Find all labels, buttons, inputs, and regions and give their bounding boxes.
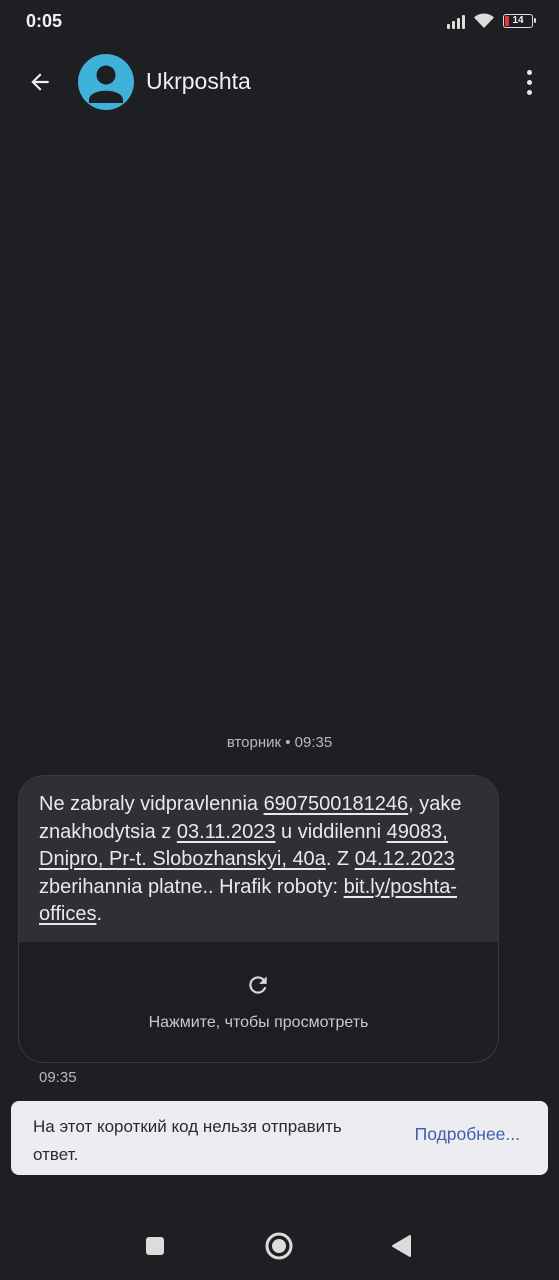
message-text-segment: . Z	[325, 848, 355, 870]
battery-level-fill	[505, 15, 509, 26]
more-options-button[interactable]	[513, 62, 545, 102]
home-circle-icon	[265, 1232, 293, 1260]
message-text-segment: .	[96, 903, 103, 925]
recents-button[interactable]	[135, 1226, 175, 1266]
status-bar: 0:05 14	[0, 0, 559, 44]
message-text: Ne zabraly vidpravlennia 6907500181246, …	[19, 776, 498, 942]
refresh-icon	[249, 976, 267, 994]
status-time: 0:05	[26, 11, 63, 31]
app-bar: Ukrposhta	[0, 46, 559, 118]
system-nav-bar	[0, 1206, 559, 1280]
battery-icon: 14	[503, 13, 536, 28]
home-button[interactable]	[259, 1226, 299, 1266]
more-vert-icon-dot	[526, 89, 532, 95]
arrow-left-icon	[31, 73, 49, 91]
square-icon	[146, 1237, 164, 1255]
messages-screen: 0:05 14 Ukrposhta вторник • 09:35 Ne zab…	[0, 0, 559, 1280]
date-divider: вторник • 09:35	[226, 734, 333, 751]
message-link[interactable]: 04.12.2023	[355, 848, 455, 870]
contact-name: Ukrposhta	[146, 68, 251, 94]
message-text-segment: u viddilenni	[275, 820, 387, 843]
link-preview-button[interactable]: Нажмите, чтобы просмотреть	[19, 942, 498, 1062]
message-time: 09:35	[39, 1069, 77, 1086]
message-link[interactable]: 6907500181246	[264, 793, 409, 815]
more-vert-icon-dot	[526, 79, 532, 85]
status-icons: 14	[447, 12, 536, 29]
notice-text: На этот короткий код нельзя отправить от…	[33, 1117, 342, 1164]
person-icon	[89, 65, 123, 103]
signal-icon	[447, 13, 465, 29]
learn-more-link[interactable]: Подробнее...	[415, 1124, 520, 1145]
message-text-segment: zberihannia platne.. Hrafik roboty:	[39, 875, 344, 898]
battery-percent: 14	[512, 15, 524, 26]
reply-not-allowed-notice: На этот короткий код нельзя отправить от…	[11, 1101, 548, 1175]
back-nav-button[interactable]	[381, 1226, 421, 1266]
more-vert-icon	[526, 69, 532, 75]
preview-label: Нажмите, чтобы просмотреть	[148, 1014, 369, 1031]
avatar[interactable]	[78, 54, 134, 110]
message-text-segment: Ne zabraly vidpravlennia	[39, 793, 264, 815]
triangle-back-icon	[392, 1235, 411, 1257]
message-bubble[interactable]: Ne zabraly vidpravlennia 6907500181246, …	[18, 775, 499, 1063]
back-button[interactable]	[20, 62, 60, 102]
message-link[interactable]: 03.11.2023	[177, 821, 276, 843]
wifi-icon	[474, 13, 494, 28]
